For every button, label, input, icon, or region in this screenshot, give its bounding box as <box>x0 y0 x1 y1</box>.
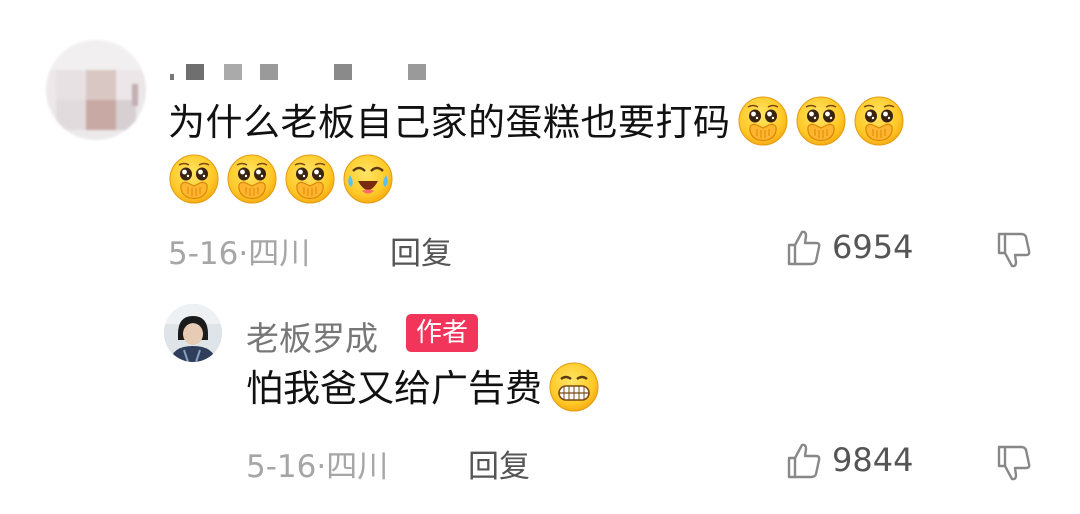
author-avatar[interactable] <box>164 304 222 362</box>
comment-meta: 5-16·四川 <box>168 228 310 273</box>
reply-body: 怕我爸又给广告费 <box>246 360 600 418</box>
thumbs-up-icon <box>784 441 824 481</box>
reply-text: 怕我爸又给广告费 <box>246 367 542 410</box>
grin-emoji <box>548 361 600 413</box>
reply-dislike-button[interactable] <box>994 443 1034 487</box>
comment-location: 四川 <box>248 236 311 272</box>
reply-like-button[interactable] <box>784 441 824 485</box>
reply-like-count: 9844 <box>832 441 914 479</box>
cover-mouth-emoji <box>795 95 847 147</box>
commenter-username-pixelated[interactable] <box>170 62 440 82</box>
cover-mouth-emoji <box>284 153 336 205</box>
like-button[interactable] <box>784 228 824 272</box>
meta-separator: · <box>238 236 249 272</box>
comment-body: 为什么老板自己家的蛋糕也要打码 <box>168 94 1028 210</box>
commenter-avatar[interactable] <box>46 40 146 140</box>
author-badge: 作者 <box>406 314 479 352</box>
comment-date: 5-16 <box>168 236 239 272</box>
thumbs-down-icon <box>994 230 1034 270</box>
dislike-button[interactable] <box>994 230 1034 274</box>
cover-mouth-emoji <box>737 95 789 147</box>
meta-separator: · <box>316 449 327 485</box>
cover-mouth-emoji <box>226 153 278 205</box>
cover-mouth-emoji <box>168 153 220 205</box>
reply-date: 5-16 <box>246 449 317 485</box>
laugh-cry-emoji <box>342 153 394 205</box>
thumbs-down-icon <box>994 443 1034 483</box>
comment-text: 为什么老板自己家的蛋糕也要打码 <box>168 101 731 144</box>
cover-mouth-emoji <box>853 95 905 147</box>
reply-meta: 5-16·四川 <box>246 441 388 486</box>
author-name[interactable]: 老板罗成 <box>246 312 378 360</box>
reply-location: 四川 <box>326 449 389 485</box>
reply-button[interactable]: 回复 <box>390 228 452 273</box>
like-count: 6954 <box>832 228 914 266</box>
thumbs-up-icon <box>784 228 824 268</box>
reply-to-reply-button[interactable]: 回复 <box>468 441 530 486</box>
